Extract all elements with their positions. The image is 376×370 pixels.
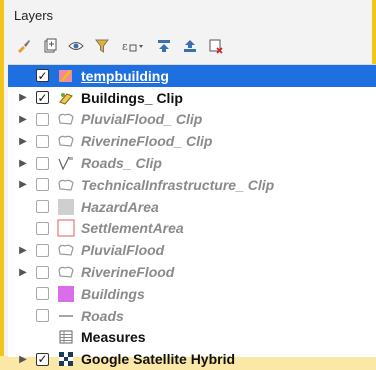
layer-label: Buildings (81, 285, 145, 302)
purple-fill-icon (57, 285, 75, 302)
layer-visibility-checkbox[interactable]: ✓ (36, 352, 49, 366)
layer-label: Roads (81, 307, 124, 324)
red-outline-icon (57, 219, 75, 237)
layer-row[interactable]: ▶ ✓ Buildings_ Clip (8, 87, 376, 109)
layer-visibility-checkbox[interactable]: ✓ (36, 91, 49, 105)
polygon-outline-icon (57, 242, 75, 258)
collapse-all-icon[interactable] (180, 36, 200, 56)
layer-row[interactable]: ✓ tempbuilding (8, 65, 376, 87)
add-group-icon[interactable] (40, 36, 60, 56)
polygon-outline-icon (57, 264, 75, 280)
layer-label: RiverineFlood (81, 264, 175, 281)
layer-row[interactable]: ▶ ✓ Google Satellite Hybrid (8, 348, 376, 370)
layer-row[interactable]: Measures (8, 327, 376, 349)
style-brush-icon[interactable] (14, 36, 34, 56)
layer-label: SettlementArea (81, 220, 184, 237)
remove-layer-icon[interactable] (206, 36, 226, 56)
layer-label: Roads_ Clip (81, 155, 162, 172)
expand-arrow-icon[interactable]: ▶ (16, 158, 30, 169)
expand-arrow-icon[interactable]: ▶ (16, 179, 30, 190)
layer-visibility-checkbox[interactable] (36, 112, 49, 126)
layer-label: Google Satellite Hybrid (81, 351, 236, 368)
expand-arrow-icon[interactable]: ▶ (16, 92, 30, 103)
layer-row[interactable]: Roads (8, 305, 376, 327)
layer-row[interactable]: ▶ TechnicalInfrastructure_ Clip (8, 174, 376, 196)
line-symbol-icon (57, 155, 75, 171)
svg-text:ε: ε (122, 40, 128, 53)
expand-arrow-icon[interactable]: ▶ (16, 267, 30, 278)
layer-visibility-checkbox[interactable] (36, 287, 49, 301)
layer-row[interactable]: HazardArea (8, 196, 376, 218)
layer-row[interactable]: ▶ RiverineFlood_ Clip (8, 130, 376, 152)
filter-icon[interactable] (92, 36, 112, 56)
layer-visibility-checkbox[interactable] (36, 265, 49, 279)
layer-row[interactable]: ▶ RiverineFlood (8, 261, 376, 283)
polygon-outline-icon (57, 133, 75, 149)
line-dash-icon (57, 308, 75, 324)
layers-toolbar: ε (14, 34, 226, 58)
layer-visibility-checkbox[interactable] (36, 156, 49, 170)
layer-visibility-checkbox[interactable] (36, 134, 49, 148)
panel-title: Layers (14, 8, 54, 23)
layer-visibility-checkbox[interactable] (36, 178, 49, 192)
layer-visibility-checkbox[interactable] (36, 309, 49, 323)
polygon-outline-icon (57, 177, 75, 193)
layer-label: PluvialFlood (81, 242, 165, 259)
table-icon (57, 329, 75, 345)
layer-row[interactable]: ▶ PluvialFlood (8, 239, 376, 261)
layer-row[interactable]: ▶ PluvialFlood_ Clip (8, 109, 376, 131)
layer-row[interactable]: Buildings (8, 283, 376, 305)
expand-all-icon[interactable] (154, 36, 174, 56)
expression-filter-icon[interactable]: ε (118, 36, 148, 56)
layers-panel: Layers ε ✓ tempbuilding ▶ ✓ Buildings_ Clip ▶… (0, 0, 376, 367)
layer-visibility-checkbox[interactable] (36, 200, 49, 214)
layer-visibility-checkbox[interactable] (36, 243, 49, 257)
polygon-edit-icon (57, 68, 75, 84)
multi-style-icon (57, 90, 75, 106)
expand-arrow-icon[interactable]: ▶ (16, 136, 30, 147)
layer-label: TechnicalInfrastructure_ Clip (81, 176, 275, 193)
layer-visibility-checkbox[interactable]: ✓ (36, 69, 49, 83)
layer-label: Measures (81, 329, 146, 346)
layer-row[interactable]: ▶ Roads_ Clip (8, 152, 376, 174)
layer-visibility-checkbox[interactable] (36, 221, 49, 235)
layer-label: HazardArea (81, 198, 159, 215)
layer-label: tempbuilding (81, 67, 169, 84)
gray-fill-icon (57, 198, 75, 215)
polygon-outline-icon (57, 111, 75, 127)
expand-arrow-icon[interactable]: ▶ (16, 354, 30, 365)
layer-label: Buildings_ Clip (81, 89, 183, 106)
expand-arrow-icon[interactable]: ▶ (16, 245, 30, 256)
layer-label: RiverineFlood_ Clip (81, 133, 213, 150)
layer-tree: ✓ tempbuilding ▶ ✓ Buildings_ Clip ▶ PluvialFl… (8, 64, 376, 367)
visibility-eye-icon[interactable] (66, 36, 86, 56)
expand-arrow-icon[interactable]: ▶ (16, 114, 30, 125)
layer-label: PluvialFlood_ Clip (81, 111, 203, 128)
raster-icon (57, 351, 75, 367)
layer-row[interactable]: SettlementArea (8, 218, 376, 240)
